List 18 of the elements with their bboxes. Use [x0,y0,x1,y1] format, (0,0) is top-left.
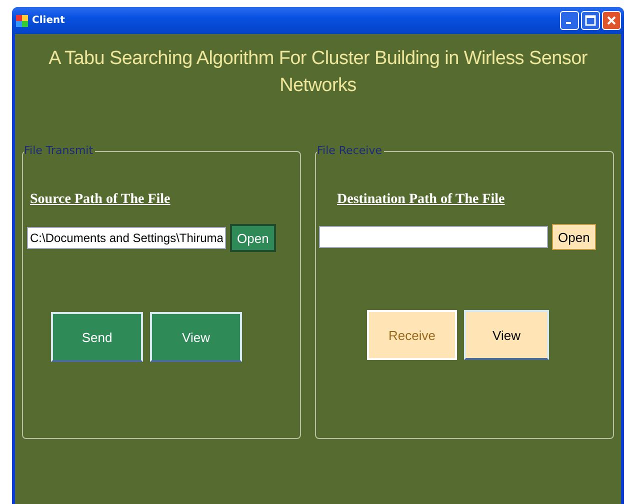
path-field[interactable]: C:\Documents and Settings\Thiruma [27,227,226,249]
action-button[interactable]: Send [51,312,143,362]
minimize-button[interactable] [560,11,579,30]
path-field[interactable] [319,226,548,248]
open-button[interactable]: Open [230,224,276,252]
open-button[interactable]: Open [552,224,596,250]
path-label: Source Path of The File [30,192,170,208]
action-button[interactable]: View [150,312,242,362]
window-title: Client [32,15,65,26]
close-icon [606,15,617,26]
maximize-icon [585,15,596,26]
app-icon [16,14,28,26]
app-heading: A Tabu Searching Algorithm For Cluster Building in Wirless Sensor Networks [48,47,588,98]
action-button[interactable]: View [464,310,549,360]
path-label: Destination Path of The File [337,192,505,208]
close-button[interactable] [602,11,621,30]
maximize-button[interactable] [581,11,600,30]
action-button[interactable]: Receive [367,310,457,360]
